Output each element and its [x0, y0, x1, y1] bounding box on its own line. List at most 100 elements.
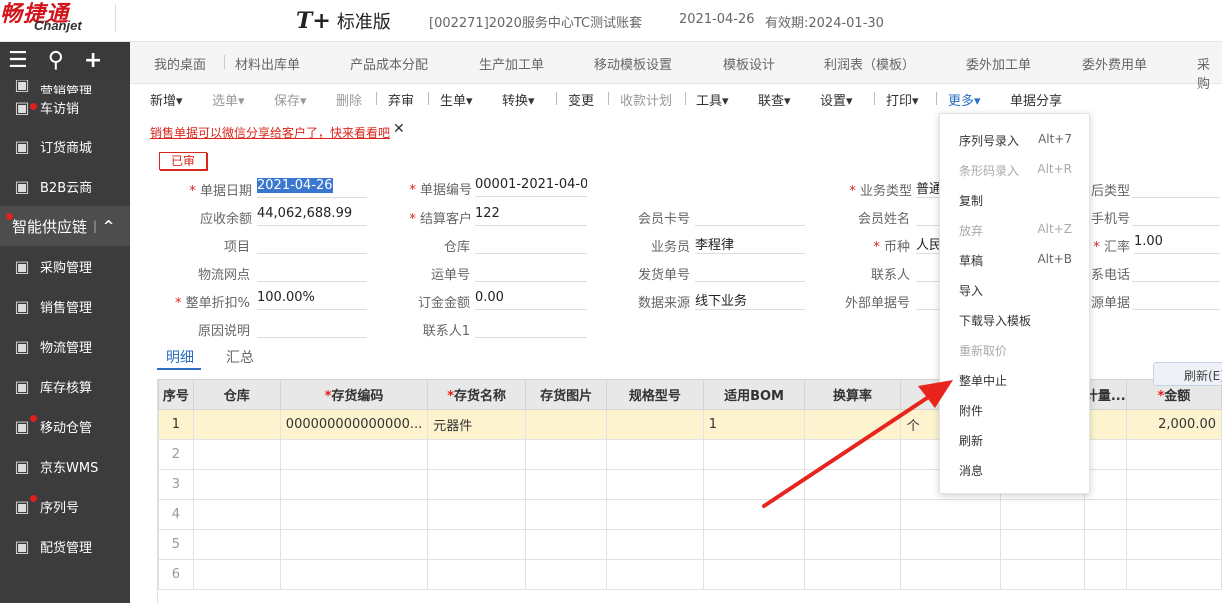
tab-desktop[interactable]: 我的桌面 — [154, 54, 206, 73]
more-menu-item[interactable]: 条形码录入 Alt+R — [959, 162, 1074, 179]
table-cell[interactable] — [1000, 559, 1085, 590]
more-menu-item[interactable]: 整单中止 — [959, 372, 1074, 389]
add-icon[interactable]: + — [84, 50, 102, 72]
sidebar-item-distribution[interactable]: ▣ 配货管理 — [0, 526, 130, 566]
warehouse-field[interactable] — [475, 234, 587, 254]
table-cell[interactable] — [192, 529, 281, 560]
table-cell[interactable] — [1083, 439, 1127, 470]
wechat-share-notice-link[interactable]: 销售单据可以微信分享给客户了，快来看看吧 — [150, 124, 390, 141]
table-cell[interactable] — [525, 499, 608, 530]
table-row[interactable]: 5 — [158, 529, 1222, 560]
table-cell[interactable] — [1083, 529, 1127, 560]
tab-template-design[interactable]: 模板设计 — [723, 54, 775, 73]
table-cell[interactable] — [525, 559, 608, 590]
table-cell[interactable] — [427, 439, 527, 470]
sidebar-item-serial[interactable]: ▣ 序列号 — [0, 486, 130, 526]
sidebar-item-3[interactable]: ▣ B2B云商 — [0, 166, 130, 206]
table-cell[interactable] — [702, 469, 806, 500]
more-menu-item[interactable]: 复制 — [959, 192, 1074, 209]
tab-production-order[interactable]: 生产加工单 — [479, 54, 544, 73]
table-cell[interactable] — [192, 439, 281, 470]
settings-button[interactable]: 设置▾ — [820, 90, 853, 109]
linked-query-button[interactable]: 联查▾ — [758, 90, 791, 109]
save-button[interactable]: 保存▾ — [274, 90, 307, 109]
table-cell[interactable] — [606, 529, 704, 560]
table-cell[interactable] — [192, 559, 281, 590]
table-cell[interactable] — [427, 559, 527, 590]
table-cell[interactable] — [1083, 409, 1127, 440]
more-menu-item[interactable]: 草稿 Alt+B — [959, 252, 1074, 269]
table-cell[interactable] — [427, 529, 527, 560]
table-cell[interactable] — [702, 439, 806, 470]
more-menu-item[interactable]: 附件 — [959, 402, 1074, 419]
change-button[interactable]: 变更 — [568, 90, 594, 109]
reason-field[interactable] — [257, 318, 367, 338]
table-cell[interactable] — [279, 529, 429, 560]
more-menu-item[interactable]: 导入 — [959, 282, 1074, 299]
table-cell[interactable] — [804, 409, 901, 440]
doc-date-field[interactable]: 2021-04-26 — [257, 178, 367, 198]
sidebar-item-0[interactable]: ▣ 营销管理 — [0, 80, 130, 94]
column-header[interactable]: 适用BOM — [702, 379, 806, 410]
refresh-button[interactable]: 刷新(E) — [1153, 362, 1222, 386]
table-cell[interactable] — [525, 469, 608, 500]
table-cell[interactable] — [279, 439, 429, 470]
sidebar-item-truck[interactable]: ▣ 物流管理 — [0, 326, 130, 366]
logistics-point-field[interactable] — [257, 262, 367, 282]
column-header[interactable]: 规格型号 — [606, 379, 704, 410]
table-cell[interactable] — [804, 529, 901, 560]
table-cell[interactable] — [702, 499, 806, 530]
column-header[interactable]: 序号 — [158, 379, 194, 410]
new-button[interactable]: 新增▾ — [150, 90, 183, 109]
table-cell[interactable] — [702, 529, 806, 560]
close-icon[interactable]: ✕ — [393, 121, 405, 137]
table-cell[interactable]: 000000000000000... — [279, 409, 429, 440]
table-cell[interactable] — [702, 559, 806, 590]
table-cell[interactable] — [1125, 529, 1222, 560]
sidebar-item-1[interactable]: ▣ 车访销 — [0, 94, 130, 126]
after-type-field[interactable] — [1132, 178, 1220, 198]
table-cell[interactable] — [1125, 469, 1222, 500]
table-cell[interactable] — [279, 469, 429, 500]
more-menu-item[interactable]: 下载导入模板 — [959, 312, 1074, 329]
waybill-field[interactable] — [475, 262, 587, 282]
tab-profit-statement[interactable]: 利润表（模板） — [824, 54, 915, 73]
sidebar-item-jd[interactable]: ▣ 京东WMS — [0, 446, 130, 486]
document-share-button[interactable]: 单据分享 — [1010, 90, 1062, 109]
table-cell[interactable] — [606, 409, 704, 440]
print-button[interactable]: 打印▾ — [886, 90, 919, 109]
column-header[interactable]: *存货编码 — [279, 379, 429, 410]
salesman-field[interactable]: 李程律 — [695, 234, 805, 254]
member-name-field[interactable] — [916, 206, 940, 226]
project-field[interactable] — [257, 234, 367, 254]
column-header[interactable]: 计量... — [1083, 379, 1127, 410]
contact1-field[interactable] — [475, 318, 587, 338]
table-row[interactable]: 4 — [158, 499, 1222, 530]
delete-button[interactable]: 删除 — [336, 90, 362, 109]
table-cell[interactable] — [804, 439, 901, 470]
ship-no-field[interactable] — [695, 262, 805, 282]
abandon-audit-button[interactable]: 弃审 — [388, 90, 414, 109]
sidebar-item-cart[interactable]: ▣ 采购管理 — [0, 246, 130, 286]
column-header[interactable]: 存货图片 — [525, 379, 608, 410]
biz-type-select[interactable]: 普通 — [916, 178, 940, 198]
currency-select[interactable]: 人民 — [916, 234, 940, 254]
table-cell[interactable] — [899, 559, 1002, 590]
member-card-field[interactable] — [695, 206, 805, 226]
source-doc-field[interactable] — [1132, 290, 1220, 310]
table-cell[interactable] — [1083, 559, 1127, 590]
tab-outsource-fee[interactable]: 委外费用单 — [1082, 54, 1147, 73]
table-cell[interactable] — [279, 499, 429, 530]
more-button[interactable]: 更多▾ — [948, 90, 981, 109]
contact-field[interactable] — [916, 262, 940, 282]
sidebar-section-smart-supply-chain[interactable]: 智能供应链 | ^ — [0, 206, 130, 246]
discount-field[interactable]: 100.00% — [257, 290, 367, 310]
table-cell[interactable] — [1125, 439, 1222, 470]
generate-button[interactable]: 生单▾ — [440, 90, 473, 109]
table-cell[interactable] — [525, 409, 608, 440]
table-cell[interactable] — [427, 469, 527, 500]
menu-icon[interactable]: ☰ — [8, 50, 28, 72]
table-cell[interactable] — [192, 469, 281, 500]
more-menu-item[interactable]: 重新取价 — [959, 342, 1074, 359]
table-cell[interactable] — [606, 469, 704, 500]
